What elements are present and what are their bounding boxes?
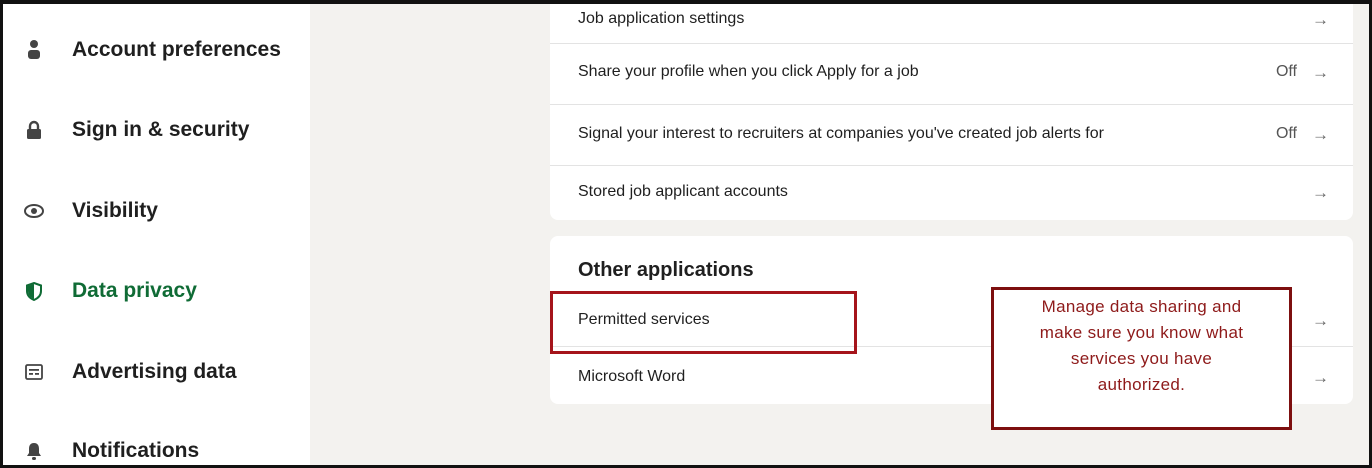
status-text: Off bbox=[1275, 63, 1297, 80]
sidebar-item-label: Visibility bbox=[72, 199, 158, 222]
arrow-right-icon: → bbox=[1312, 63, 1329, 82]
arrow-right-icon: → bbox=[1312, 368, 1329, 387]
annotation-highlight-box bbox=[550, 291, 857, 354]
sidebar-item-account-preferences[interactable]: Account preferences bbox=[23, 30, 281, 70]
arrow-right-icon: → bbox=[1312, 311, 1329, 330]
eye-icon bbox=[23, 200, 45, 222]
settings-row-signal-interest[interactable]: Signal your interest to recruiters at co… bbox=[550, 105, 1353, 163]
newspaper-icon bbox=[23, 361, 45, 383]
status-text: Off bbox=[1275, 125, 1297, 142]
app-frame: Account preferences Sign in & security V… bbox=[0, 0, 1372, 468]
sidebar-item-sign-in-security[interactable]: Sign in & security bbox=[23, 110, 249, 150]
settings-sidebar: Account preferences Sign in & security V… bbox=[3, 4, 310, 465]
sidebar-item-label: Advertising data bbox=[72, 360, 237, 383]
sidebar-item-label: Account preferences bbox=[72, 38, 281, 61]
bell-icon bbox=[23, 440, 45, 462]
sidebar-item-label: Sign in & security bbox=[72, 118, 250, 141]
row-label: Stored job applicant accounts bbox=[578, 183, 788, 200]
callout-line: make sure you know what bbox=[1039, 323, 1244, 342]
arrow-right-icon: → bbox=[1312, 125, 1329, 144]
sidebar-item-visibility[interactable]: Visibility bbox=[23, 191, 158, 231]
callout-line: Manage data sharing and bbox=[1041, 297, 1242, 316]
shield-icon bbox=[23, 280, 45, 302]
person-icon bbox=[23, 39, 45, 61]
sidebar-item-data-privacy[interactable]: Data privacy bbox=[23, 271, 197, 311]
sidebar-item-advertising-data[interactable]: Advertising data bbox=[23, 352, 237, 392]
section-title: Other applications bbox=[578, 259, 754, 281]
job-applications-card: Job application settings → Share your pr… bbox=[550, 4, 1353, 220]
sidebar-item-label: Data privacy bbox=[72, 279, 197, 302]
arrow-right-icon: → bbox=[1312, 183, 1329, 202]
settings-row-stored-accounts[interactable]: Stored job applicant accounts → bbox=[550, 166, 1353, 220]
sidebar-item-notifications[interactable]: Notifications bbox=[23, 431, 200, 465]
row-label: Job application settings bbox=[578, 10, 745, 27]
row-label: Signal your interest to recruiters at co… bbox=[578, 125, 1104, 142]
row-label: Share your profile when you click Apply … bbox=[578, 63, 919, 80]
lock-icon bbox=[23, 119, 45, 141]
callout-line: services you have bbox=[1070, 349, 1213, 368]
sidebar-item-label: Notifications bbox=[72, 439, 200, 462]
callout-line: authorized. bbox=[1097, 375, 1186, 394]
annotation-callout: Manage data sharing and make sure you kn… bbox=[991, 287, 1292, 430]
row-label: Microsoft Word bbox=[578, 368, 686, 385]
settings-row-job-application-settings[interactable]: Job application settings → bbox=[550, 4, 1353, 44]
arrow-right-icon: → bbox=[1312, 10, 1329, 29]
settings-row-share-profile[interactable]: Share your profile when you click Apply … bbox=[550, 44, 1353, 102]
